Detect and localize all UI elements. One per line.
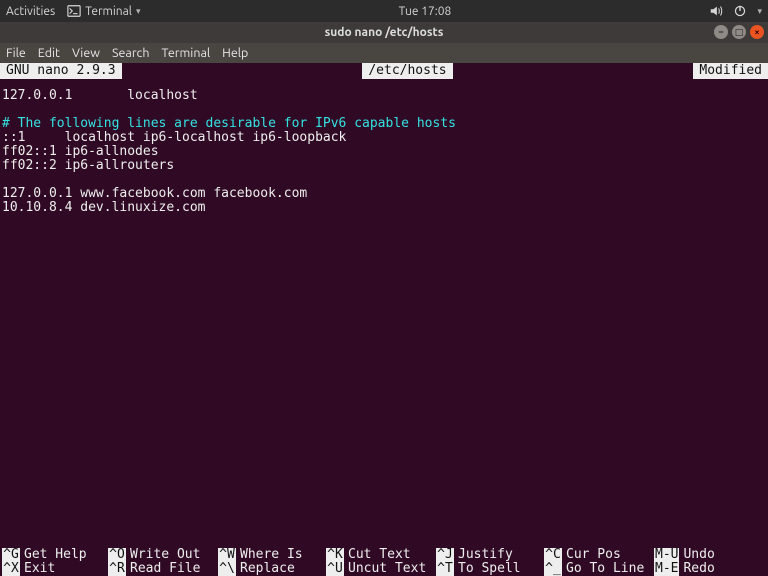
nano-modified: Modified — [693, 63, 768, 79]
shortcut-label: Cur Pos — [566, 548, 621, 562]
editor-line: 127.0.0.1 www.facebook.com facebook.com — [2, 187, 766, 201]
window-title: sudo nano /etc/hosts — [325, 26, 444, 39]
menu-edit[interactable]: Edit — [38, 46, 60, 60]
editor-line: ff02::2 ip6-allrouters — [2, 159, 766, 173]
nano-version: GNU nano 2.9.3 — [0, 63, 122, 79]
app-menu-label: Terminal — [85, 5, 132, 18]
app-menu[interactable]: Terminal ▾ — [67, 4, 140, 18]
shortcut-key: ^T — [436, 562, 454, 576]
shortcut-replace: ^\ Replace — [218, 562, 326, 576]
shortcut-label: Read File — [130, 562, 200, 576]
shortcut-label: Redo — [683, 562, 714, 576]
shortcut-key: ^\ — [218, 562, 236, 576]
chevron-down-icon: ▾ — [136, 6, 141, 17]
shortcut-key: M-E — [654, 562, 679, 576]
shortcut-label: To Spell — [458, 562, 521, 576]
shortcut-justify: ^J Justify — [436, 548, 544, 562]
shortcut-where-is: ^W Where Is — [218, 548, 326, 562]
editor-line: ::1 localhost ip6-localhost ip6-loopback — [2, 131, 766, 145]
close-button[interactable]: × — [750, 25, 764, 39]
menu-help[interactable]: Help — [222, 46, 248, 60]
shortcut-label: Get Help — [24, 548, 87, 562]
nano-status-line: GNU nano 2.9.3 /etc/hosts Modified — [0, 63, 768, 79]
menu-file[interactable]: File — [6, 46, 26, 60]
nano-editor-area[interactable]: 127.0.0.1 localhost # The following line… — [0, 79, 768, 548]
shortcut-to-spell: ^T To Spell — [436, 562, 544, 576]
nano-filename: /etc/hosts — [362, 63, 452, 79]
volume-icon[interactable] — [709, 4, 723, 18]
shortcut-label: Where Is — [240, 548, 303, 562]
system-menu-chevron-icon[interactable]: ▾ — [757, 6, 762, 17]
menu-search[interactable]: Search — [112, 46, 150, 60]
shortcut-key: ^O — [108, 548, 126, 562]
shortcut-key: ^W — [218, 548, 236, 562]
shortcut-cur-pos: ^C Cur Pos — [544, 548, 654, 562]
shortcut-label: Justify — [458, 548, 513, 562]
shortcut-key: ^G — [2, 548, 20, 562]
editor-line — [2, 173, 766, 187]
shortcut-undo: M-U Undo — [654, 548, 766, 562]
shortcut-key: ^J — [436, 548, 454, 562]
editor-line — [2, 103, 766, 117]
editor-line: ff02::1 ip6-allnodes — [2, 145, 766, 159]
shortcut-label: Go To Line — [566, 562, 644, 576]
activities-button[interactable]: Activities — [6, 5, 55, 18]
shortcut-key: M-U — [654, 548, 679, 562]
editor-line: # The following lines are desirable for … — [2, 117, 766, 131]
editor-line: 127.0.0.1 localhost — [2, 89, 766, 103]
shortcut-uncut-text: ^U Uncut Text — [326, 562, 436, 576]
shortcut-exit: ^X Exit — [2, 562, 108, 576]
shortcut-read-file: ^R Read File — [108, 562, 218, 576]
window-controls: – □ × — [714, 25, 764, 39]
gnome-topbar: Activities Terminal ▾ Tue 17:08 ▾ — [0, 0, 768, 22]
shortcut-label: Replace — [240, 562, 295, 576]
power-icon[interactable] — [733, 4, 747, 18]
shortcut-label: Uncut Text — [348, 562, 426, 576]
shortcut-label: Cut Text — [348, 548, 411, 562]
shortcut-key: ^R — [108, 562, 126, 576]
shortcut-label: Undo — [683, 548, 714, 562]
clock[interactable]: Tue 17:08 — [399, 5, 452, 18]
terminal-menubar: File Edit View Search Terminal Help — [0, 43, 768, 63]
shortcut-cut-text: ^K Cut Text — [326, 548, 436, 562]
shortcut-label: Exit — [24, 562, 55, 576]
minimize-button[interactable]: – — [714, 25, 728, 39]
editor-line: 10.10.8.4 dev.linuxize.com — [2, 201, 766, 215]
shortcut-label: Write Out — [130, 548, 200, 562]
window-titlebar[interactable]: sudo nano /etc/hosts – □ × — [0, 22, 768, 43]
shortcut-redo: M-E Redo — [654, 562, 766, 576]
shortcut-key: ^K — [326, 548, 344, 562]
terminal-icon — [67, 4, 81, 18]
maximize-button[interactable]: □ — [732, 25, 746, 39]
shortcut-go-to-line: ^_ Go To Line — [544, 562, 654, 576]
shortcut-key: ^U — [326, 562, 344, 576]
nano-shortcut-bar: ^G Get Help ^O Write Out ^W Where Is ^K Cut Tex… — [0, 548, 768, 576]
shortcut-write-out: ^O Write Out — [108, 548, 218, 562]
shortcut-key: ^X — [2, 562, 20, 576]
shortcut-key: ^_ — [544, 562, 562, 576]
menu-view[interactable]: View — [72, 46, 100, 60]
shortcut-key: ^C — [544, 548, 562, 562]
menu-terminal[interactable]: Terminal — [162, 46, 211, 60]
shortcut-get-help: ^G Get Help — [2, 548, 108, 562]
